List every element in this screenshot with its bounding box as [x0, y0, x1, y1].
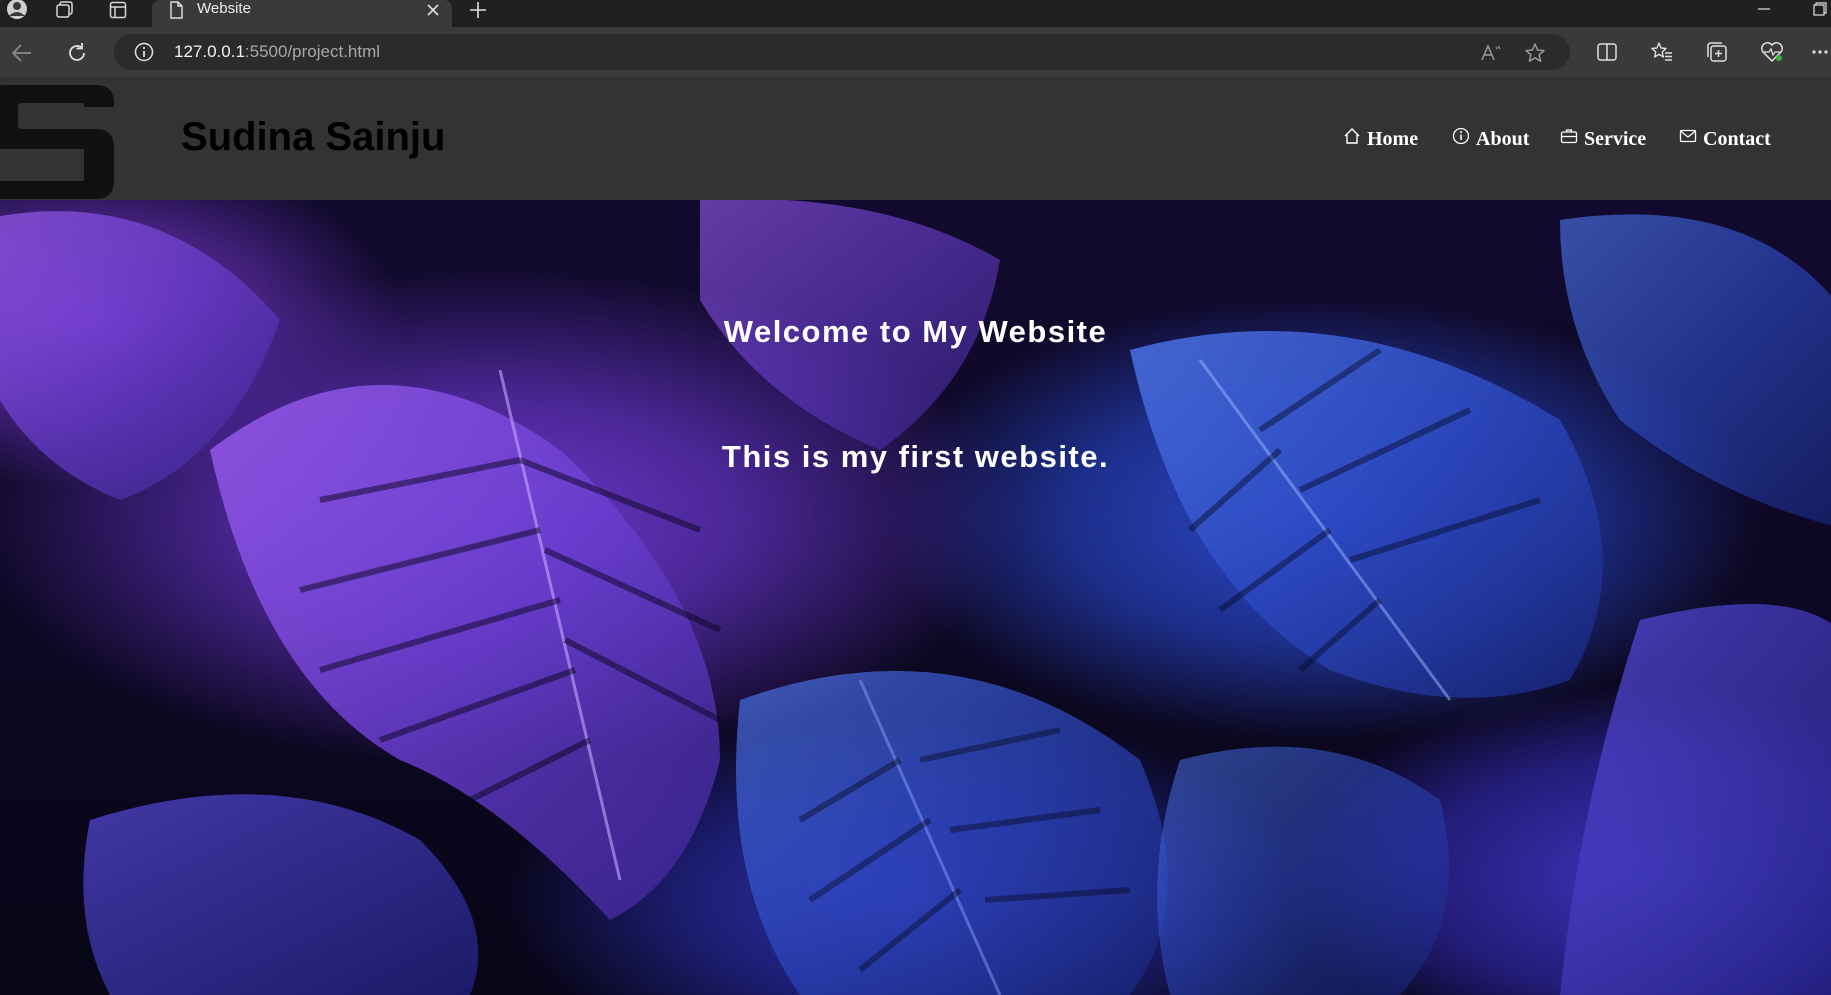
- briefcase-icon: [1560, 128, 1578, 151]
- nav-home-label: Home: [1367, 127, 1419, 150]
- page-icon: [168, 1, 185, 20]
- url-text: 127.0.0.1:5500/project.html: [174, 42, 380, 62]
- workspaces-icon[interactable]: [51, 0, 78, 20]
- profile-icon[interactable]: [3, 0, 30, 20]
- site-header: Sudina Sainju Home About Service Contact: [0, 77, 1831, 200]
- browser-tab[interactable]: Website: [152, 0, 452, 27]
- address-bar[interactable]: 127.0.0.1:5500/project.html: [114, 34, 1570, 70]
- browser-toolbar: 127.0.0.1:5500/project.html: [0, 27, 1831, 77]
- url-host: 127.0.0.1: [174, 42, 245, 61]
- info-icon: [1452, 127, 1470, 151]
- close-tab-icon[interactable]: [422, 0, 444, 20]
- site-name: Sudina Sainju: [181, 115, 446, 159]
- vertical-tabs-icon[interactable]: [104, 0, 131, 20]
- minimize-icon[interactable]: [1749, 0, 1779, 18]
- browser-tab-bar: Website: [0, 0, 1831, 27]
- hero-section: Welcome to My Website This is my first w…: [0, 200, 1831, 995]
- nav-contact-label: Contact: [1703, 127, 1771, 150]
- hero-title: Welcome to My Website: [723, 314, 1108, 349]
- new-tab-icon[interactable]: [466, 0, 490, 20]
- restore-icon[interactable]: [1805, 0, 1831, 18]
- site-info-icon[interactable]: [134, 42, 154, 62]
- read-aloud-icon[interactable]: [1480, 42, 1502, 64]
- nav-about-label: About: [1476, 127, 1530, 150]
- more-options-icon[interactable]: [1810, 38, 1830, 66]
- split-screen-icon[interactable]: [1593, 38, 1621, 66]
- hero-subtitle: This is my first website.: [721, 439, 1110, 474]
- url-path: :5500/project.html: [244, 42, 381, 61]
- home-icon: [1343, 127, 1361, 151]
- envelope-icon: [1679, 128, 1697, 151]
- refresh-icon[interactable]: [62, 39, 92, 67]
- nav-home[interactable]: Home: [1343, 128, 1418, 151]
- favorite-star-icon[interactable]: [1524, 42, 1546, 64]
- nav-about[interactable]: About: [1452, 127, 1530, 151]
- collections-icon[interactable]: [1703, 38, 1731, 66]
- back-icon[interactable]: [7, 39, 37, 67]
- nav-service[interactable]: Service: [1560, 128, 1646, 151]
- nav-contact[interactable]: Contact: [1679, 128, 1771, 151]
- browser-essentials-icon[interactable]: [1758, 38, 1786, 66]
- web-page: Sudina Sainju Home About Service Contact…: [0, 77, 1831, 995]
- tab-title: Website: [197, 0, 251, 17]
- site-logo[interactable]: [0, 77, 118, 200]
- nav-service-label: Service: [1584, 127, 1647, 150]
- favorites-icon[interactable]: [1648, 38, 1676, 66]
